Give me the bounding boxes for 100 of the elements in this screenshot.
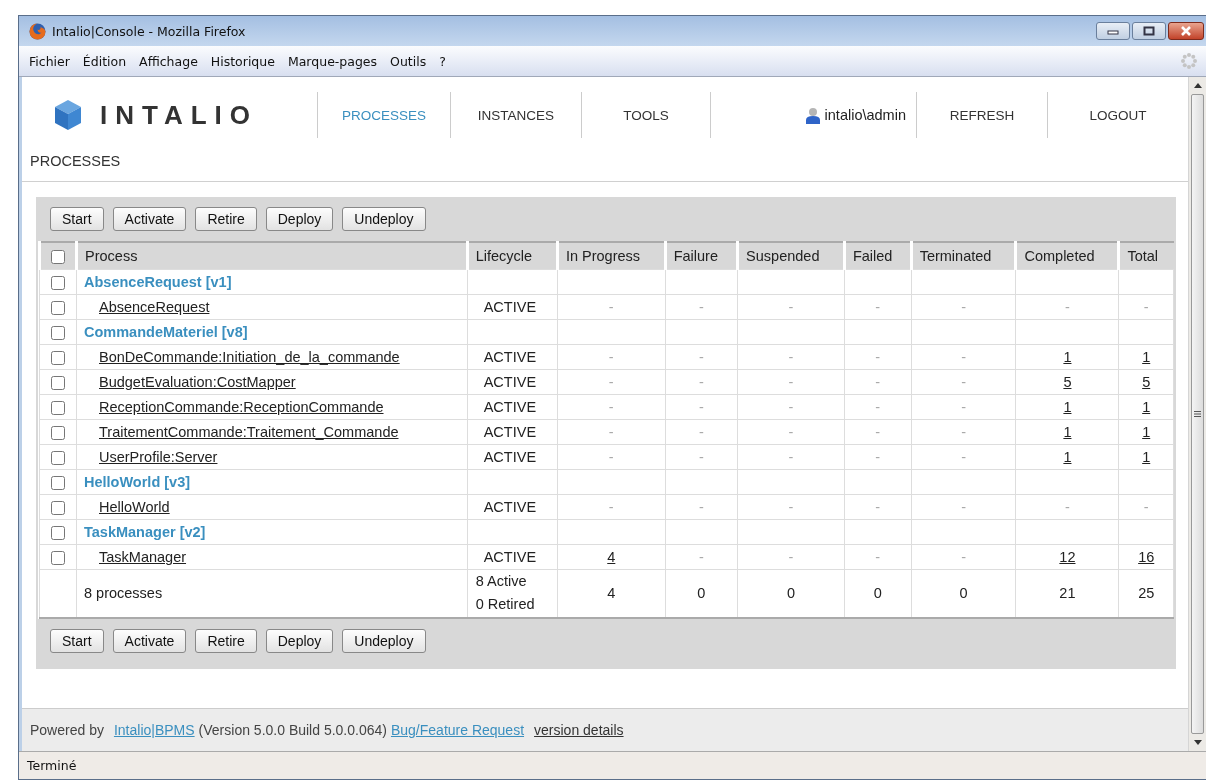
column-header[interactable]: In Progress <box>557 242 666 270</box>
count-link[interactable]: 16 <box>1138 549 1155 565</box>
column-header[interactable]: Terminated <box>911 242 1016 270</box>
empty-value: - <box>875 449 881 465</box>
logo-text: INTALIO <box>100 99 259 131</box>
empty-value: - <box>961 299 966 315</box>
lifecycle-status: ACTIVE <box>483 499 537 515</box>
count-link[interactable]: 1 <box>1142 424 1151 440</box>
toolbar-button[interactable]: Start <box>50 628 104 653</box>
empty-value: - <box>961 349 966 365</box>
empty-value: - <box>788 499 794 515</box>
toolbar-button[interactable]: Undeploy <box>342 207 426 231</box>
scrollbar[interactable] <box>1188 77 1206 751</box>
column-header[interactable]: Process <box>76 242 468 270</box>
row-checkbox[interactable] <box>51 451 65 466</box>
maximize-icon <box>1142 26 1156 36</box>
count-link[interactable]: 1 <box>1142 399 1151 415</box>
count-link[interactable]: 1 <box>1063 449 1072 465</box>
total-value: 0 <box>786 585 795 602</box>
toolbar-button[interactable]: Deploy <box>265 207 334 231</box>
throbber-icon <box>1180 52 1198 70</box>
row-checkbox[interactable] <box>51 501 65 516</box>
row-checkbox[interactable] <box>51 376 65 391</box>
empty-value: - <box>608 424 614 440</box>
row-checkbox[interactable] <box>51 301 65 316</box>
group-name: TaskManager [v2] <box>76 519 468 545</box>
nav-tab[interactable]: PROCESSES <box>317 92 450 138</box>
version-details-link[interactable]: version details <box>534 722 624 738</box>
lifecycle-status: ACTIVE <box>483 399 537 415</box>
count-link[interactable]: 1 <box>1142 349 1151 365</box>
row-checkbox[interactable] <box>51 426 65 441</box>
row-checkbox[interactable] <box>51 476 65 491</box>
breadcrumb: PROCESSES <box>29 153 122 169</box>
empty-value: - <box>961 549 966 565</box>
total-value: 0 <box>959 585 968 602</box>
row-checkbox[interactable] <box>51 551 65 566</box>
column-header[interactable]: Suspended <box>737 242 845 270</box>
count-link[interactable]: 1 <box>1142 449 1151 465</box>
process-link[interactable]: UserProfile:Server <box>99 449 218 465</box>
row-checkbox[interactable] <box>51 326 65 341</box>
empty-value: - <box>875 499 881 515</box>
column-header[interactable]: Lifecycle <box>467 242 558 270</box>
scroll-up-icon[interactable] <box>1193 83 1202 88</box>
count-link[interactable]: 5 <box>1063 374 1072 390</box>
row-checkbox[interactable] <box>51 276 65 291</box>
count-link[interactable]: 1 <box>1063 399 1072 415</box>
process-link[interactable]: HelloWorld <box>99 499 170 515</box>
process-link[interactable]: TaskManager <box>99 549 187 565</box>
column-header[interactable]: Failure <box>665 242 738 270</box>
column-header[interactable]: Total <box>1118 242 1174 270</box>
count-link[interactable]: 12 <box>1059 549 1076 565</box>
empty-value: - <box>961 374 966 390</box>
nav-link[interactable]: REFRESH <box>916 92 1047 138</box>
empty-value: - <box>698 449 704 465</box>
empty-value: - <box>875 399 881 415</box>
menu-item[interactable]: Affichage <box>135 51 202 71</box>
toolbar-button[interactable]: Undeploy <box>342 628 426 653</box>
toolbar-button[interactable]: Start <box>50 207 104 231</box>
menu-item[interactable]: Fichier <box>25 51 74 71</box>
empty-value: - <box>788 374 794 390</box>
empty-value: - <box>608 299 614 315</box>
toolbar-button[interactable]: Activate <box>112 628 187 653</box>
lifecycle-total: 8 Active <box>475 572 528 592</box>
total-value: 21 <box>1059 585 1076 602</box>
lifecycle-status: ACTIVE <box>483 424 537 440</box>
empty-value: - <box>788 549 794 565</box>
count-link[interactable]: 4 <box>607 549 616 565</box>
select-all-checkbox[interactable] <box>51 250 65 265</box>
empty-value: - <box>698 399 704 415</box>
scroll-down-icon[interactable] <box>1193 740 1202 745</box>
column-header[interactable]: Failed <box>844 242 912 270</box>
menu-item[interactable]: Marque-pages <box>283 51 382 71</box>
toolbar-button[interactable]: Retire <box>195 628 257 653</box>
row-checkbox[interactable] <box>51 526 65 541</box>
nav-tab[interactable]: INSTANCES <box>450 92 581 138</box>
nav-tab[interactable]: TOOLS <box>581 92 710 138</box>
empty-value: - <box>608 374 614 390</box>
column-header[interactable]: Completed <box>1015 242 1119 270</box>
row-checkbox[interactable] <box>51 401 65 416</box>
toolbar-button[interactable]: Activate <box>112 207 187 231</box>
menu-item[interactable]: ? <box>435 51 450 71</box>
group-name: HelloWorld [v3] <box>76 469 468 495</box>
process-link[interactable]: AbsenceRequest <box>99 299 210 315</box>
menu-item[interactable]: Historique <box>206 51 279 71</box>
close-button[interactable] <box>1168 22 1204 40</box>
toolbar-button[interactable]: Deploy <box>265 628 334 653</box>
menu-item[interactable]: Outils <box>386 51 431 71</box>
empty-value: - <box>608 399 614 415</box>
count-link[interactable]: 1 <box>1063 424 1072 440</box>
toolbar-button[interactable]: Retire <box>195 207 257 231</box>
maximize-button[interactable] <box>1132 22 1166 40</box>
row-checkbox[interactable] <box>51 351 65 366</box>
count-link[interactable]: 1 <box>1063 349 1072 365</box>
menu-item[interactable]: Édition <box>78 51 131 71</box>
group-name: AbsenceRequest [v1] <box>76 269 468 295</box>
total-value: 25 <box>1138 585 1155 602</box>
empty-value: - <box>1143 499 1149 515</box>
lifecycle-status: ACTIVE <box>483 349 537 365</box>
total-value: 4 <box>607 585 616 602</box>
count-link[interactable]: 5 <box>1142 374 1151 390</box>
